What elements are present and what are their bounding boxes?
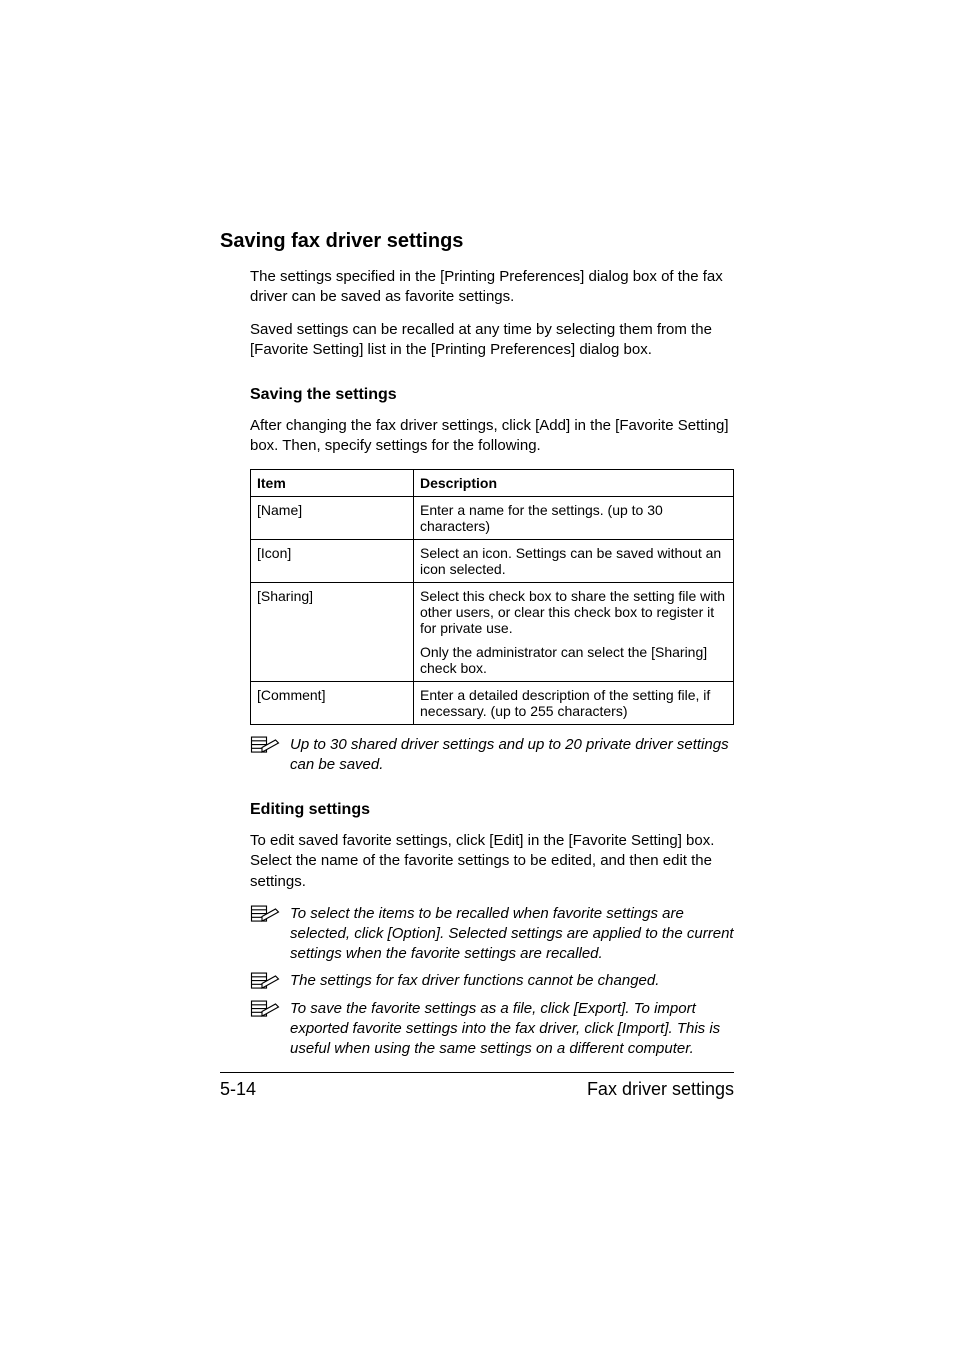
- saving-paragraph: After changing the fax driver settings, …: [250, 416, 734, 457]
- cell-item: [Icon]: [251, 539, 414, 582]
- editing-paragraph: To edit saved favorite settings, click […: [250, 831, 734, 892]
- table-row: [Comment] Enter a detailed description o…: [251, 681, 734, 724]
- cell-item: [Comment]: [251, 681, 414, 724]
- note-icon: [250, 971, 284, 993]
- cell-desc-line: Only the administrator can select the [S…: [420, 644, 727, 676]
- table-header-description: Description: [414, 469, 734, 496]
- footer-divider: [220, 1072, 734, 1073]
- note-export: To save the favorite settings as a file,…: [250, 999, 734, 1060]
- note-icon: [250, 735, 284, 757]
- table-row: [Name] Enter a name for the settings. (u…: [251, 496, 734, 539]
- note-text: To select the items to be recalled when …: [290, 904, 734, 965]
- note-text: To save the favorite settings as a file,…: [290, 999, 734, 1060]
- note-icon: [250, 904, 284, 926]
- footer-section-title: Fax driver settings: [587, 1079, 734, 1100]
- saving-heading: Saving the settings: [250, 386, 734, 404]
- settings-table: Item Description [Name] Enter a name for…: [250, 469, 734, 725]
- cell-desc: Select this check box to share the setti…: [414, 582, 734, 681]
- note-icon: [250, 999, 284, 1021]
- cell-item: [Sharing]: [251, 582, 414, 681]
- cell-desc-line: Select this check box to share the setti…: [420, 588, 727, 636]
- cell-desc: Select an icon. Settings can be saved wi…: [414, 539, 734, 582]
- page-title: Saving fax driver settings: [220, 230, 734, 253]
- note-limit: Up to 30 shared driver settings and up t…: [250, 735, 734, 776]
- cell-desc: Enter a name for the settings. (up to 30…: [414, 496, 734, 539]
- cell-desc: Enter a detailed description of the sett…: [414, 681, 734, 724]
- table-header-item: Item: [251, 469, 414, 496]
- note-text: The settings for fax driver functions ca…: [290, 971, 659, 991]
- table-row: [Icon] Select an icon. Settings can be s…: [251, 539, 734, 582]
- footer: 5-14 Fax driver settings: [220, 1072, 734, 1100]
- note-text: Up to 30 shared driver settings and up t…: [290, 735, 734, 776]
- intro-paragraph-1: The settings specified in the [Printing …: [250, 267, 734, 308]
- footer-page-number: 5-14: [220, 1079, 256, 1100]
- table-row: [Sharing] Select this check box to share…: [251, 582, 734, 681]
- note-recall: To select the items to be recalled when …: [250, 904, 734, 965]
- intro-paragraph-2: Saved settings can be recalled at any ti…: [250, 320, 734, 361]
- editing-heading: Editing settings: [250, 801, 734, 819]
- cell-item: [Name]: [251, 496, 414, 539]
- note-cannot-change: The settings for fax driver functions ca…: [250, 971, 734, 993]
